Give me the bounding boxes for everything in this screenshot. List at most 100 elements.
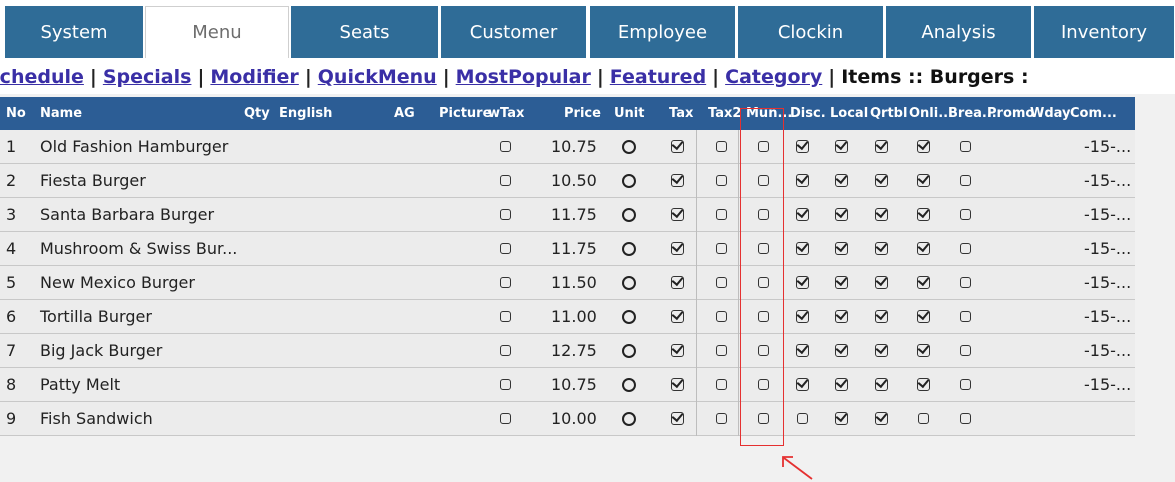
item-name[interactable]: Fiesta Burger xyxy=(40,164,146,198)
item-name[interactable]: New Mexico Burger xyxy=(40,266,195,300)
qrtbl-checkbox[interactable] xyxy=(875,276,888,289)
local-checkbox[interactable] xyxy=(835,344,848,357)
wtax-checkbox[interactable] xyxy=(500,175,511,186)
disc-checkbox[interactable] xyxy=(796,276,809,289)
column-header[interactable]: Com... xyxy=(1070,97,1117,130)
column-header[interactable]: Price xyxy=(564,97,601,130)
tax2-checkbox[interactable] xyxy=(716,379,727,390)
local-checkbox[interactable] xyxy=(835,242,848,255)
tax-checkbox[interactable] xyxy=(671,242,684,255)
local-checkbox[interactable] xyxy=(835,412,848,425)
column-header[interactable]: Local xyxy=(830,97,868,130)
unit-radio[interactable] xyxy=(622,242,636,256)
brea-checkbox[interactable] xyxy=(960,243,971,254)
table-row[interactable]: 9 Fish Sandwich 10.00 xyxy=(0,402,1135,436)
item-name[interactable]: Mushroom & Swiss Bur... xyxy=(40,232,237,266)
tax2-checkbox[interactable] xyxy=(716,209,727,220)
tab-seats[interactable]: Seats xyxy=(291,6,439,58)
item-price[interactable]: 10.50 xyxy=(551,164,597,198)
tab-menu[interactable]: Menu xyxy=(145,6,289,58)
table-row[interactable]: 1 Old Fashion Hamburger 10.75 -15-... xyxy=(0,130,1135,164)
tax2-checkbox[interactable] xyxy=(716,243,727,254)
subnav-link-mostpopular[interactable]: MostPopular xyxy=(456,66,591,88)
column-header[interactable]: Picture xyxy=(439,97,491,130)
table-row[interactable]: 2 Fiesta Burger 10.50 -15-... xyxy=(0,164,1135,198)
item-price[interactable]: 10.00 xyxy=(551,402,597,436)
table-row[interactable]: 6 Tortilla Burger 11.00 -15-... xyxy=(0,300,1135,334)
column-header[interactable]: Wday xyxy=(1030,97,1071,130)
disc-checkbox[interactable] xyxy=(796,174,809,187)
onli-checkbox[interactable] xyxy=(917,140,930,153)
column-header[interactable]: English xyxy=(279,97,332,130)
brea-checkbox[interactable] xyxy=(960,277,971,288)
brea-checkbox[interactable] xyxy=(960,345,971,356)
wtax-checkbox[interactable] xyxy=(500,141,511,152)
wtax-checkbox[interactable] xyxy=(500,379,511,390)
column-header[interactable]: wTax xyxy=(488,97,524,130)
tax2-checkbox[interactable] xyxy=(716,175,727,186)
subnav-link-schedule[interactable]: Schedule xyxy=(0,66,84,88)
wtax-checkbox[interactable] xyxy=(500,277,511,288)
column-header[interactable]: Qrtbl xyxy=(870,97,907,130)
column-header[interactable]: Unit xyxy=(614,97,644,130)
tax-checkbox[interactable] xyxy=(671,174,684,187)
disc-checkbox[interactable] xyxy=(796,140,809,153)
column-header[interactable]: No xyxy=(6,97,26,130)
onli-checkbox[interactable] xyxy=(917,310,930,323)
item-name[interactable]: Tortilla Burger xyxy=(40,300,152,334)
item-name[interactable]: Big Jack Burger xyxy=(40,334,162,368)
column-header[interactable]: Name xyxy=(40,97,82,130)
tax-checkbox[interactable] xyxy=(671,140,684,153)
disc-checkbox[interactable] xyxy=(796,310,809,323)
qrtbl-checkbox[interactable] xyxy=(875,310,888,323)
column-header[interactable]: Qty xyxy=(244,97,270,130)
tab-customer[interactable]: Customer xyxy=(441,6,587,58)
column-header[interactable]: Onli... xyxy=(909,97,953,130)
tax2-checkbox[interactable] xyxy=(716,413,727,424)
item-price[interactable]: 11.00 xyxy=(551,300,597,334)
item-price[interactable]: 10.75 xyxy=(551,130,597,164)
item-name[interactable]: Patty Melt xyxy=(40,368,120,402)
onli-checkbox[interactable] xyxy=(917,276,930,289)
disc-checkbox[interactable] xyxy=(797,413,808,424)
brea-checkbox[interactable] xyxy=(960,413,971,424)
table-row[interactable]: 3 Santa Barbara Burger 11.75 -15-... xyxy=(0,198,1135,232)
tax-checkbox[interactable] xyxy=(671,310,684,323)
table-row[interactable]: 8 Patty Melt 10.75 -15-... xyxy=(0,368,1135,402)
tax2-checkbox[interactable] xyxy=(716,311,727,322)
onli-checkbox[interactable] xyxy=(917,378,930,391)
table-row[interactable]: 7 Big Jack Burger 12.75 -15-... xyxy=(0,334,1135,368)
wtax-checkbox[interactable] xyxy=(500,413,511,424)
onli-checkbox[interactable] xyxy=(917,242,930,255)
subnav-link-specials[interactable]: Specials xyxy=(103,66,192,88)
column-header[interactable]: Tax2 xyxy=(708,97,741,130)
local-checkbox[interactable] xyxy=(835,208,848,221)
local-checkbox[interactable] xyxy=(835,310,848,323)
wtax-checkbox[interactable] xyxy=(500,345,511,356)
wtax-checkbox[interactable] xyxy=(500,243,511,254)
brea-checkbox[interactable] xyxy=(960,209,971,220)
local-checkbox[interactable] xyxy=(835,140,848,153)
disc-checkbox[interactable] xyxy=(796,242,809,255)
brea-checkbox[interactable] xyxy=(960,311,971,322)
tab-system[interactable]: System xyxy=(5,6,144,58)
disc-checkbox[interactable] xyxy=(796,378,809,391)
column-header[interactable]: AG xyxy=(394,97,415,130)
local-checkbox[interactable] xyxy=(835,276,848,289)
subnav-link-featured[interactable]: Featured xyxy=(610,66,706,88)
tax-checkbox[interactable] xyxy=(671,208,684,221)
tab-analysis[interactable]: Analysis xyxy=(886,6,1032,58)
onli-checkbox[interactable] xyxy=(918,413,929,424)
item-name[interactable]: Santa Barbara Burger xyxy=(40,198,214,232)
column-header[interactable]: Disc. xyxy=(790,97,826,130)
item-price[interactable]: 11.75 xyxy=(551,232,597,266)
local-checkbox[interactable] xyxy=(835,378,848,391)
brea-checkbox[interactable] xyxy=(960,141,971,152)
item-price[interactable]: 11.50 xyxy=(551,266,597,300)
onli-checkbox[interactable] xyxy=(917,208,930,221)
unit-radio[interactable] xyxy=(622,276,636,290)
tax2-checkbox[interactable] xyxy=(716,345,727,356)
qrtbl-checkbox[interactable] xyxy=(875,208,888,221)
item-price[interactable]: 10.75 xyxy=(551,368,597,402)
column-header[interactable]: Promo xyxy=(987,97,1034,130)
